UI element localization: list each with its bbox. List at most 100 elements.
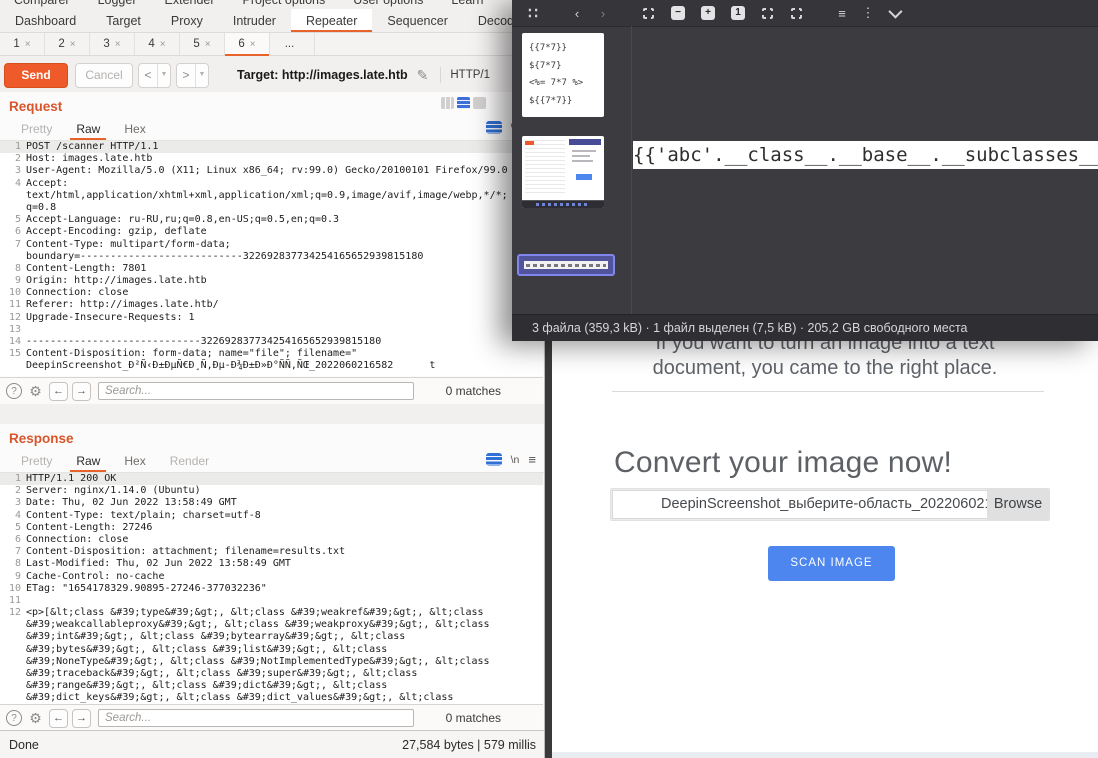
thumbnail-ssti-payloads[interactable]: {{7*7}}${7*7}<%= 7*7 %>${{7*7}} [522,33,604,117]
selection-brackets-icon[interactable] [643,8,654,19]
repeater-tab[interactable]: 3× [90,33,135,55]
request-view-tab[interactable]: Raw [64,118,112,140]
close-icon[interactable]: × [70,39,76,50]
response-line: 12<p>[&lt;class &#39;type&#39;&gt;, &lt;… [0,607,543,619]
gear-icon[interactable]: ⚙ [27,710,44,726]
status-metrics: 27,584 bytes | 579 millis [402,738,536,752]
request-view-tab[interactable]: Pretty [9,118,64,140]
repeater-tab[interactable]: 2× [45,33,90,55]
history-back-button[interactable]: < ▼ [138,63,171,88]
image-preview-strip[interactable]: {{'abc'.__class__.__base__.__subclasses_… [633,141,1098,169]
edit-pencil-icon[interactable]: ✎ [417,67,429,84]
response-search-bar: ? ⚙ ← → Search... 0 matches [0,704,543,731]
close-icon[interactable]: × [160,39,166,50]
gear-icon[interactable]: ⚙ [27,383,44,399]
layout-single-icon[interactable] [473,97,486,109]
close-icon[interactable]: × [250,39,256,50]
burp-top-tab[interactable]: Project options [229,0,340,9]
response-view-tab[interactable]: Raw [64,450,112,472]
zoom-original-icon[interactable]: 1 [731,6,745,20]
request-editor[interactable]: 1POST /scanner HTTP/1.12Host: images.lat… [0,141,543,376]
response-line: 3Date: Thu, 02 Jun 2022 13:58:49 GMT [0,497,543,509]
response-line: 11 [0,595,543,607]
zoom-in-icon[interactable]: + [701,6,715,20]
layout-columns-icon[interactable] [441,97,454,109]
response-view-tab[interactable]: Render [158,450,221,472]
chevron-down-icon[interactable]: ▼ [195,64,208,87]
back-icon[interactable]: ‹ [568,3,586,23]
fullscreen-icon[interactable] [762,8,773,19]
prev-match-icon[interactable]: ← [49,709,68,728]
thumbnail-screenshot[interactable] [522,136,604,208]
response-line: &#39;traceback&#39;&gt;, &lt;class &#39;… [0,668,543,680]
page-divider [612,391,1044,392]
help-icon[interactable]: ? [6,383,22,399]
response-line: 4Content-Type: text/plain; charset=utf-8 [0,510,543,522]
viewer-toolbar: ∷ ‹ › − + 1 ≡ ⋮ [512,0,1098,27]
prettify-icon[interactable] [486,453,502,466]
list-view-icon[interactable]: ≡ [833,3,851,23]
burp-main-tab[interactable]: Target [91,9,156,32]
response-view-tab[interactable]: Hex [112,450,157,472]
history-forward-button[interactable]: > ▼ [176,63,209,88]
help-icon[interactable]: ? [6,710,22,726]
prettify-icon[interactable] [486,121,502,134]
response-view-tabs: PrettyRawHexRender [0,450,544,473]
repeater-tab[interactable]: 4× [135,33,180,55]
frameless-icon[interactable] [791,8,802,19]
request-line: 11Referer: http://images.late.htb/ [0,299,543,311]
repeater-tab[interactable]: 5× [180,33,225,55]
scan-image-button[interactable]: SCAN IMAGE [768,546,895,581]
close-icon[interactable]: × [115,39,121,50]
editor-menu-icon[interactable]: ≡ [528,452,536,467]
burp-main-tab[interactable]: Intruder [218,9,291,32]
burp-main-tab[interactable]: Sequencer [372,9,462,32]
burp-top-tab[interactable]: User options [339,0,437,9]
burp-top-tab[interactable]: Logger [84,0,151,9]
close-icon[interactable]: × [25,39,31,50]
burp-main-tab[interactable]: Proxy [156,9,218,32]
send-button[interactable]: Send [4,63,68,88]
more-options-icon[interactable]: ⋮ [859,3,877,23]
repeater-tab[interactable]: 1× [0,33,45,55]
burp-top-tab[interactable]: Comparer [0,0,84,9]
prev-match-icon[interactable]: ← [49,382,68,401]
target-url: Target: http://images.late.htb [237,68,408,82]
response-view-tab[interactable]: Pretty [9,450,64,472]
cancel-button[interactable]: Cancel [75,63,133,88]
repeater-tab[interactable]: ... [270,33,315,55]
search-input[interactable]: Search... [98,709,414,727]
request-line: DeepinScreenshot_Ð²Ñ‹Ð±ÐµÑ€Ð¸Ñ‚Ðµ-Ð¾Ð±Ð»… [0,360,543,372]
forward-icon[interactable]: › [594,3,612,23]
request-line: text/html,application/xhtml+xml,applicat… [0,190,543,202]
layout-rows-icon[interactable] [457,97,470,109]
grid-view-icon[interactable]: ∷ [524,3,542,23]
collapse-icon[interactable] [885,3,903,23]
request-line: 10Connection: close [0,287,543,299]
zoom-out-icon[interactable]: − [671,6,685,20]
burp-top-tab[interactable]: Learn [437,0,497,9]
page-heading: Convert your image now! [614,446,952,480]
request-view-tab[interactable]: Hex [112,118,157,140]
next-match-icon[interactable]: → [72,382,91,401]
request-line: 14-----------------------------322692837… [0,336,543,348]
http-version-button[interactable]: HTTP/1 [450,69,490,81]
burp-main-tab[interactable]: Dashboard [0,9,91,32]
response-line: &#39;range&#39;&gt;, &lt;class &#39;dict… [0,680,543,692]
thumbnail-selected-strip[interactable] [517,254,615,276]
response-editor[interactable]: 1HTTP/1.1 200 OK2Server: nginx/1.14.0 (U… [0,473,543,708]
burp-top-tab[interactable]: Extender [151,0,229,9]
burp-main-tab[interactable]: Repeater [291,9,372,32]
response-line: 9Cache-Control: no-cache [0,571,543,583]
browse-button[interactable]: Browse [987,489,1049,520]
search-input[interactable]: Search... [98,382,414,400]
chevron-down-icon[interactable]: ▼ [157,64,170,87]
show-newlines-icon[interactable]: \n [511,454,520,466]
file-manager-window: ∷ ‹ › − + 1 ≡ ⋮ {{7*7}}${7*7}<%= 7*7 %>$… [512,0,1098,341]
repeater-tab[interactable]: 6× [225,33,270,55]
response-panel: Response PrettyRawHexRender \n ≡ 1HTTP/1… [0,424,544,731]
response-line: 10ETag: "1654178329.90895-27246-37703223… [0,583,543,595]
close-icon[interactable]: × [205,39,211,50]
file-input[interactable]: DeepinScreenshot_выберите-область_202206… [612,490,988,519]
next-match-icon[interactable]: → [72,709,91,728]
